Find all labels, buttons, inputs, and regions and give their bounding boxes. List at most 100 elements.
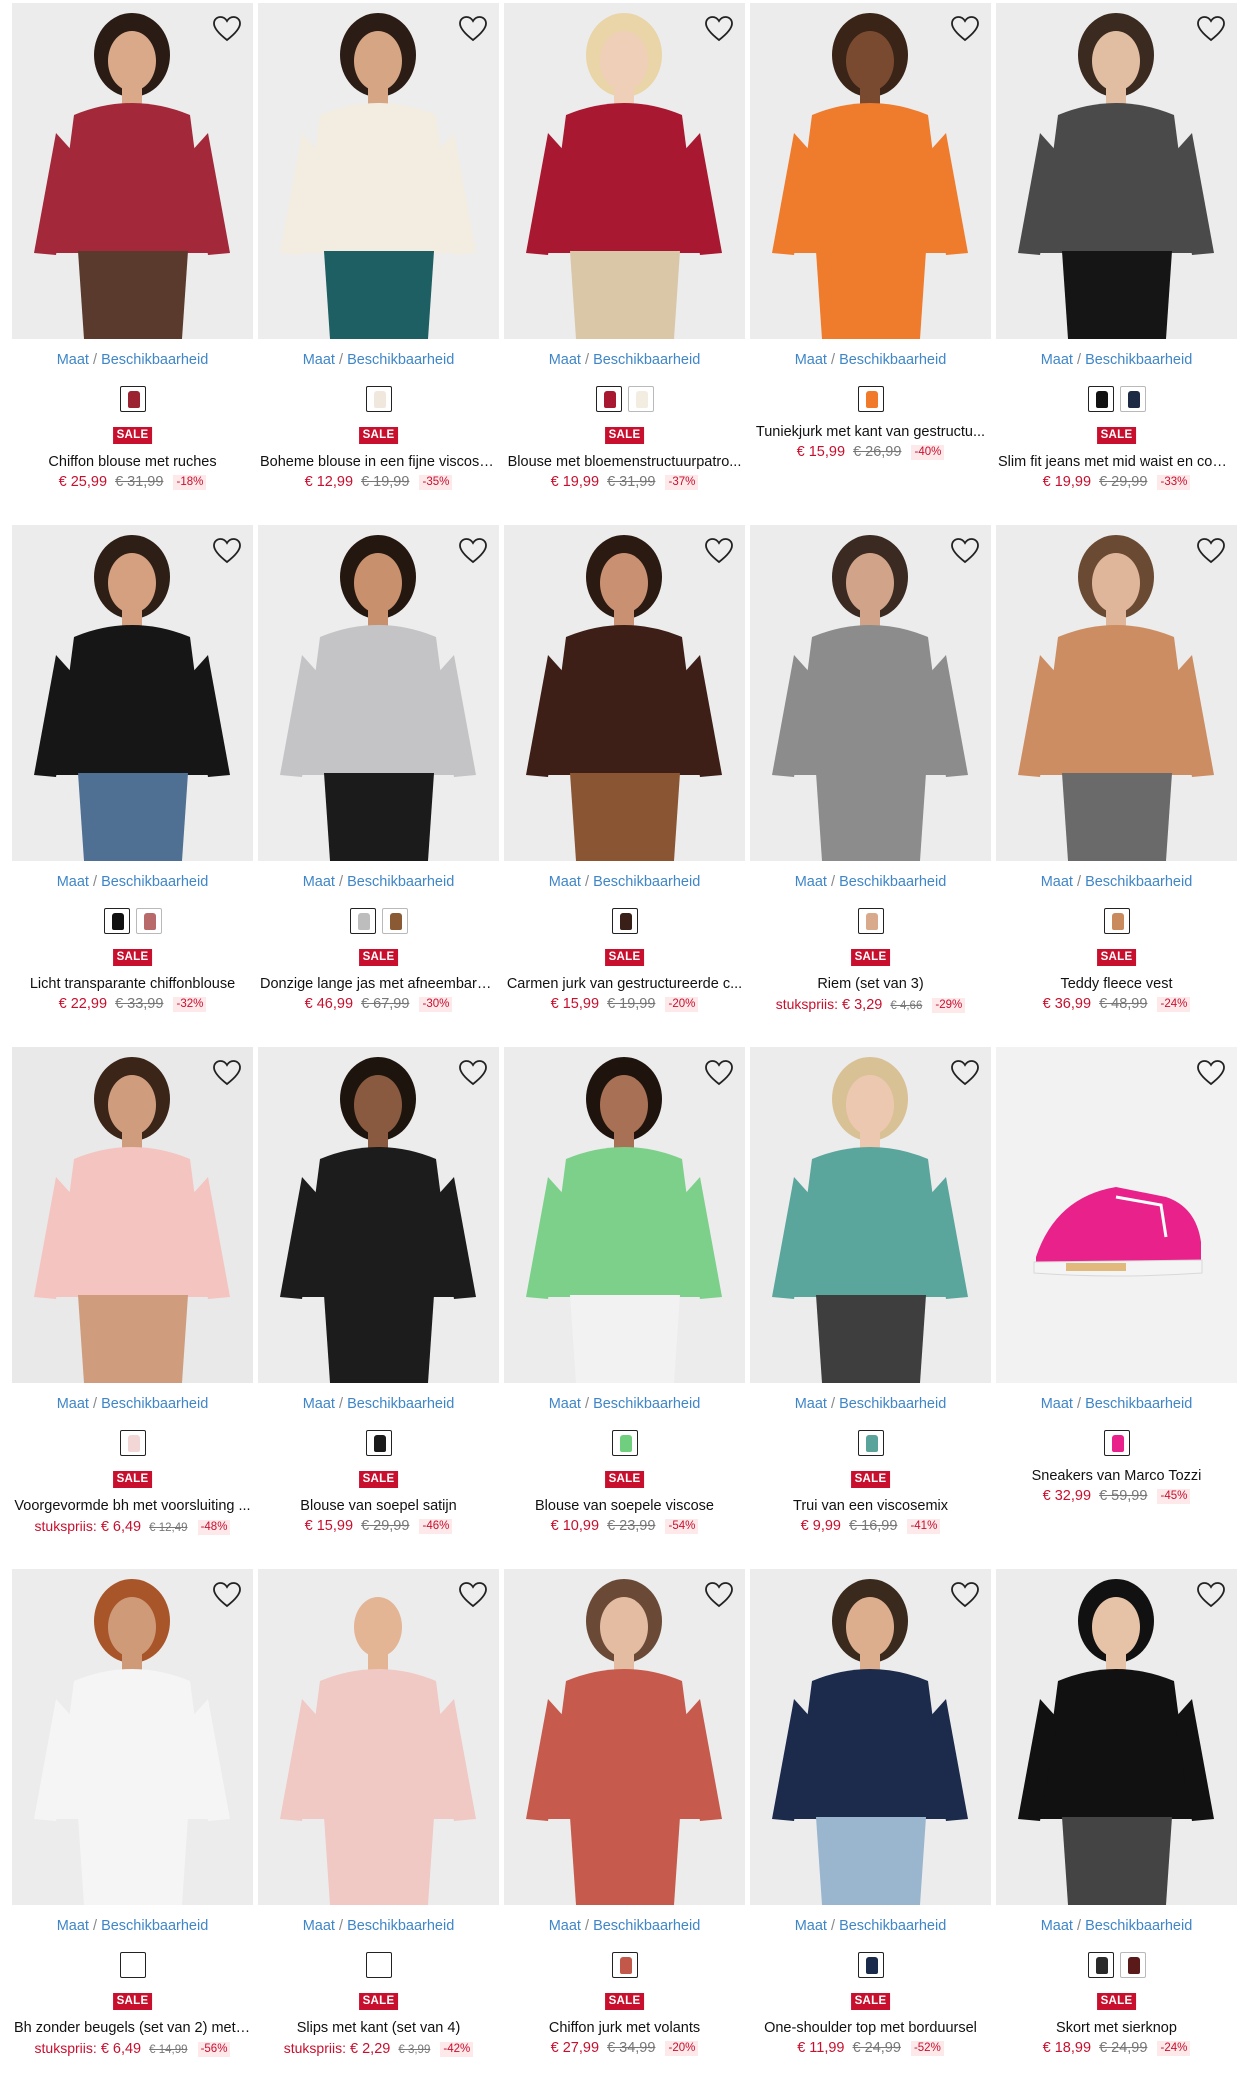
- product-image[interactable]: [750, 3, 991, 339]
- product-image[interactable]: [750, 1047, 991, 1383]
- product-photo[interactable]: [12, 525, 253, 861]
- size-label[interactable]: Maat: [549, 1918, 581, 1934]
- product-photo[interactable]: [504, 1569, 745, 1905]
- product-name[interactable]: Voorgevormde bh met voorsluiting ...: [14, 1498, 251, 1514]
- product-name[interactable]: Chiffon blouse met ruches: [14, 454, 251, 470]
- availability-label[interactable]: Beschikbaarheid: [1085, 1918, 1192, 1934]
- availability-label[interactable]: Beschikbaarheid: [347, 352, 454, 368]
- size-availability-link[interactable]: Maat / Beschikbaarheid: [750, 874, 991, 890]
- product-photo[interactable]: [12, 1047, 253, 1383]
- product-name[interactable]: Trui van een viscosemix: [752, 1498, 989, 1514]
- product-photo[interactable]: [750, 525, 991, 861]
- wishlist-heart-icon[interactable]: [457, 535, 489, 567]
- size-availability-link[interactable]: Maat / Beschikbaarheid: [12, 874, 253, 890]
- availability-label[interactable]: Beschikbaarheid: [101, 1396, 208, 1412]
- product-card[interactable]: Maat / Beschikbaarheid SALE Trui van een…: [750, 1047, 991, 1552]
- wishlist-heart-icon[interactable]: [1195, 13, 1227, 45]
- product-name[interactable]: One-shoulder top met borduursel: [752, 2020, 989, 2036]
- availability-label[interactable]: Beschikbaarheid: [101, 874, 208, 890]
- size-label[interactable]: Maat: [57, 874, 89, 890]
- size-availability-link[interactable]: Maat / Beschikbaarheid: [750, 1396, 991, 1412]
- product-image[interactable]: [12, 1569, 253, 1905]
- product-image[interactable]: [258, 3, 499, 339]
- wishlist-heart-icon[interactable]: [211, 13, 243, 45]
- color-swatch[interactable]: [119, 1952, 146, 1978]
- availability-label[interactable]: Beschikbaarheid: [839, 874, 946, 890]
- product-card[interactable]: Maat / Beschikbaarheid SALE Bh zonder be…: [12, 1569, 253, 2074]
- color-swatch[interactable]: [857, 386, 884, 412]
- size-label[interactable]: Maat: [1041, 1918, 1073, 1934]
- product-image[interactable]: [750, 1569, 991, 1905]
- product-photo[interactable]: [12, 3, 253, 339]
- color-swatch[interactable]: [135, 908, 162, 934]
- product-image[interactable]: [258, 525, 499, 861]
- wishlist-heart-icon[interactable]: [703, 535, 735, 567]
- size-availability-link[interactable]: Maat / Beschikbaarheid: [504, 1918, 745, 1934]
- product-photo[interactable]: [750, 1569, 991, 1905]
- size-availability-link[interactable]: Maat / Beschikbaarheid: [996, 874, 1237, 890]
- size-availability-link[interactable]: Maat / Beschikbaarheid: [996, 352, 1237, 368]
- product-card[interactable]: Maat / Beschikbaarheid SALE Teddy fleece…: [996, 525, 1237, 1030]
- wishlist-heart-icon[interactable]: [457, 1579, 489, 1611]
- color-swatch[interactable]: [365, 1952, 392, 1978]
- color-swatch[interactable]: [857, 1430, 884, 1456]
- wishlist-heart-icon[interactable]: [703, 13, 735, 45]
- product-image[interactable]: [504, 1047, 745, 1383]
- color-swatch[interactable]: [365, 386, 392, 412]
- size-label[interactable]: Maat: [303, 1396, 335, 1412]
- color-swatch[interactable]: [1119, 386, 1146, 412]
- product-card[interactable]: Maat / Beschikbaarheid SALE Blouse met b…: [504, 3, 745, 508]
- wishlist-heart-icon[interactable]: [703, 1057, 735, 1089]
- availability-label[interactable]: Beschikbaarheid: [593, 874, 700, 890]
- color-swatch[interactable]: [119, 386, 146, 412]
- product-card[interactable]: Maat / Beschikbaarheid SALE Slim fit jea…: [996, 3, 1237, 508]
- size-availability-link[interactable]: Maat / Beschikbaarheid: [258, 874, 499, 890]
- product-card[interactable]: Maat / Beschikbaarheid SALE Slips met ka…: [258, 1569, 499, 2074]
- color-swatch[interactable]: [611, 1952, 638, 1978]
- product-card[interactable]: Maat / Beschikbaarheid SALE Skort met si…: [996, 1569, 1237, 2074]
- size-label[interactable]: Maat: [549, 1396, 581, 1412]
- product-photo[interactable]: [258, 525, 499, 861]
- product-photo[interactable]: [504, 1047, 745, 1383]
- size-availability-link[interactable]: Maat / Beschikbaarheid: [504, 1396, 745, 1412]
- product-name[interactable]: Slim fit jeans met mid waist en com...: [998, 454, 1235, 470]
- wishlist-heart-icon[interactable]: [457, 13, 489, 45]
- availability-label[interactable]: Beschikbaarheid: [593, 1918, 700, 1934]
- size-availability-link[interactable]: Maat / Beschikbaarheid: [750, 352, 991, 368]
- product-name[interactable]: Skort met sierknop: [998, 2020, 1235, 2036]
- product-photo[interactable]: [504, 525, 745, 861]
- product-name[interactable]: Carmen jurk van gestructureerde c...: [506, 976, 743, 992]
- wishlist-heart-icon[interactable]: [949, 1579, 981, 1611]
- size-label[interactable]: Maat: [57, 1918, 89, 1934]
- product-name[interactable]: Riem (set van 3): [752, 976, 989, 992]
- product-name[interactable]: Boheme blouse in een fijne viscose...: [260, 454, 497, 470]
- wishlist-heart-icon[interactable]: [1195, 1057, 1227, 1089]
- color-swatch[interactable]: [1087, 386, 1114, 412]
- size-label[interactable]: Maat: [57, 352, 89, 368]
- size-label[interactable]: Maat: [549, 874, 581, 890]
- size-availability-link[interactable]: Maat / Beschikbaarheid: [750, 1918, 991, 1934]
- size-label[interactable]: Maat: [795, 352, 827, 368]
- availability-label[interactable]: Beschikbaarheid: [347, 1396, 454, 1412]
- product-image[interactable]: [750, 525, 991, 861]
- product-image[interactable]: [504, 3, 745, 339]
- wishlist-heart-icon[interactable]: [949, 1057, 981, 1089]
- product-card[interactable]: Maat / Beschikbaarheid SALE Donzige lang…: [258, 525, 499, 1030]
- product-name[interactable]: Blouse met bloemenstructuurpatro...: [506, 454, 743, 470]
- product-name[interactable]: Blouse van soepel satijn: [260, 1498, 497, 1514]
- product-photo[interactable]: [996, 3, 1237, 339]
- product-name[interactable]: Sneakers van Marco Tozzi: [998, 1468, 1235, 1484]
- color-swatch[interactable]: [119, 1430, 146, 1456]
- product-name[interactable]: Slips met kant (set van 4): [260, 2020, 497, 2036]
- product-photo[interactable]: [996, 1047, 1237, 1383]
- color-swatch[interactable]: [365, 1430, 392, 1456]
- product-card[interactable]: Maat / Beschikbaarheid SALE Chiffon jurk…: [504, 1569, 745, 2074]
- size-availability-link[interactable]: Maat / Beschikbaarheid: [504, 874, 745, 890]
- product-name[interactable]: Blouse van soepele viscose: [506, 1498, 743, 1514]
- product-card[interactable]: Maat / Beschikbaarheid SALE Carmen jurk …: [504, 525, 745, 1030]
- product-image[interactable]: [258, 1047, 499, 1383]
- size-availability-link[interactable]: Maat / Beschikbaarheid: [996, 1396, 1237, 1412]
- availability-label[interactable]: Beschikbaarheid: [1085, 1396, 1192, 1412]
- product-image[interactable]: [996, 1047, 1237, 1383]
- product-photo[interactable]: [750, 3, 991, 339]
